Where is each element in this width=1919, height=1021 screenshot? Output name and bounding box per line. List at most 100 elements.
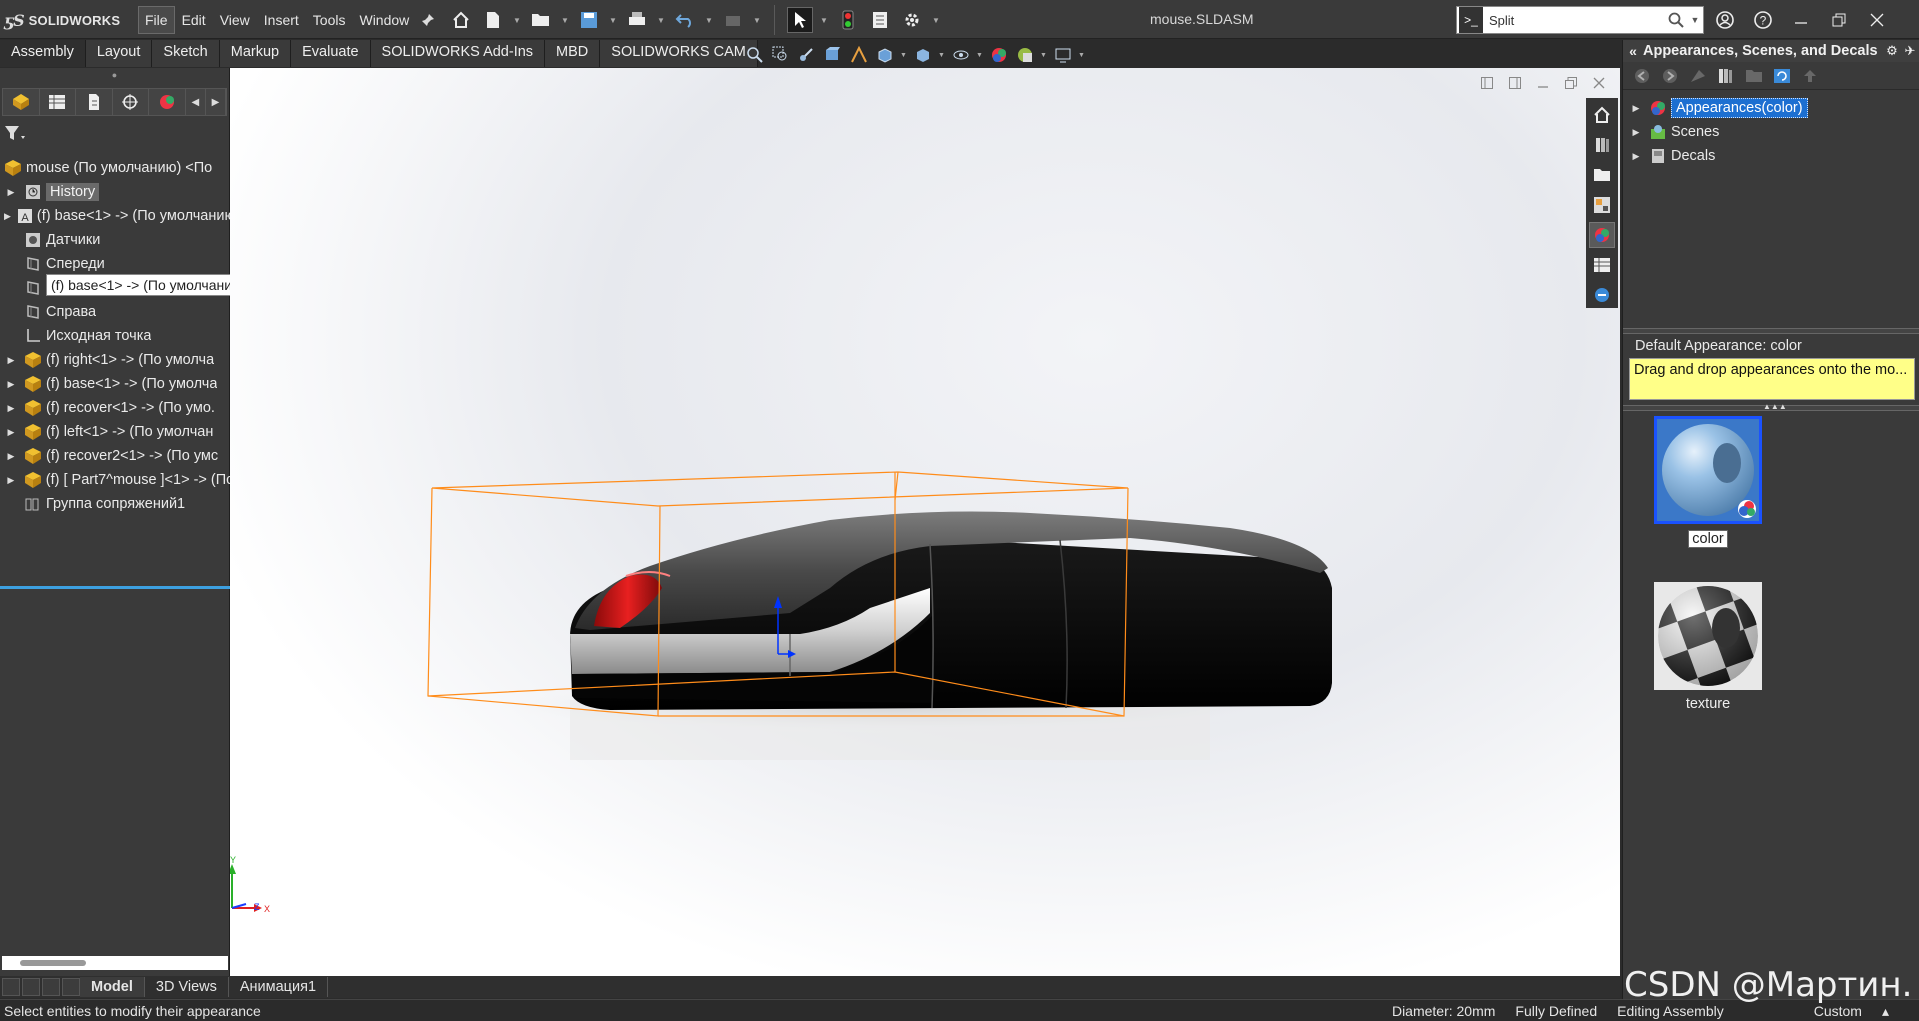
display-style-dropdown-icon[interactable]: ▼ (938, 52, 946, 59)
units-arrow-icon[interactable]: ▴ (1872, 1003, 1899, 1020)
back-icon[interactable] (1631, 66, 1653, 86)
open-folder-icon[interactable] (528, 7, 554, 33)
search-input[interactable] (1489, 12, 1649, 28)
tab-sketch[interactable]: Sketch (152, 40, 220, 67)
tree-item[interactable]: ▶ (f) left<1> -> (По умолчан (0, 420, 230, 444)
library-books-icon[interactable] (1715, 66, 1737, 86)
view-settings-icon[interactable] (1052, 45, 1074, 65)
user-account-icon[interactable] (1712, 7, 1738, 33)
solidworks-logo[interactable]: ƽS SOLIDWORKS (4, 9, 120, 31)
appearance-swatch-texture[interactable]: texture (1651, 582, 1765, 712)
home-icon[interactable] (448, 7, 474, 33)
new-folder-icon[interactable] (1743, 66, 1765, 86)
panel-handle[interactable]: ● (0, 68, 229, 82)
expand-arrow-icon[interactable]: ▶ (4, 187, 18, 198)
custom-properties-icon[interactable] (1589, 252, 1615, 278)
tree-item[interactable]: ▶ (f) base<1> -> (По умолча (0, 372, 230, 396)
pane-pin-icon[interactable]: ✈ (1901, 43, 1919, 59)
menu-insert[interactable]: Insert (257, 6, 306, 34)
solidworks-forum-icon[interactable] (1589, 282, 1615, 308)
design-library-icon[interactable] (1589, 132, 1615, 158)
tab-assembly[interactable]: Assembly (0, 40, 86, 67)
graphics-area[interactable]: Y X Z (230, 68, 1620, 976)
appearances-scenes-decals-icon[interactable] (1589, 222, 1615, 248)
dimxpert-tab-icon[interactable] (113, 89, 150, 115)
traffic-light-icon[interactable] (835, 7, 861, 33)
section-view-icon[interactable] (822, 45, 844, 65)
expand-arrow-icon[interactable]: ▶ (4, 355, 18, 366)
open-dropdown-icon[interactable]: ▼ (560, 7, 570, 33)
tab-layout[interactable]: Layout (85, 40, 153, 67)
tab-addins[interactable]: SOLIDWORKS Add-Ins (370, 40, 546, 67)
tree-item[interactable]: Исходная точка (0, 324, 230, 348)
viewport-collapse-right-icon[interactable] (1508, 76, 1522, 90)
file-properties-icon[interactable] (867, 7, 893, 33)
options-dropdown-icon[interactable]: ▼ (931, 7, 941, 33)
pane-options-gear-icon[interactable]: ⚙ (1883, 43, 1901, 59)
viewport-minimize-icon[interactable] (1536, 76, 1550, 90)
pin-menu-icon[interactable] (416, 6, 440, 34)
appearance-swatch-color[interactable]: color (1651, 416, 1765, 548)
display-style-icon[interactable] (912, 45, 934, 65)
swatch-thumbnail[interactable] (1654, 416, 1762, 524)
add-location-icon[interactable] (1687, 66, 1709, 86)
print-icon[interactable] (624, 7, 650, 33)
swatch-thumbnail[interactable] (1654, 582, 1762, 690)
search-box[interactable]: >_ ▼ (1456, 6, 1704, 34)
apply-scene-dropdown-icon[interactable]: ▼ (1040, 52, 1048, 59)
minimize-icon[interactable] (1788, 7, 1814, 33)
configuration-manager-tab-icon[interactable] (76, 89, 113, 115)
expand-arrow-icon[interactable]: ▶ (4, 211, 11, 222)
search-dropdown-icon[interactable]: ▼ (1687, 15, 1703, 25)
tab-3d-views[interactable]: 3D Views (145, 977, 229, 997)
solidworks-resources-icon[interactable] (1589, 102, 1615, 128)
tab-markup[interactable]: Markup (219, 40, 292, 67)
view-orientation-icon[interactable] (874, 45, 896, 65)
tree-filter[interactable] (4, 120, 225, 146)
tree-item[interactable]: Справа (0, 300, 230, 324)
refresh-icon[interactable] (1771, 66, 1793, 86)
tab-mbd[interactable]: MBD (545, 40, 601, 67)
pane-splitter-lower[interactable]: ▲▲▲ (1623, 402, 1919, 411)
menu-window[interactable]: Window (352, 6, 416, 34)
display-manager-tab-icon[interactable] (149, 89, 186, 115)
select-cursor-icon[interactable] (787, 7, 813, 33)
options-gear-icon[interactable] (899, 7, 925, 33)
dynamic-annotation-icon[interactable] (848, 45, 870, 65)
restore-icon[interactable] (1826, 7, 1852, 33)
help-icon[interactable]: ? (1750, 7, 1776, 33)
expand-arrow-icon[interactable]: ▶ (4, 451, 18, 462)
tree-item-scenes[interactable]: ▶ Scenes (1623, 120, 1919, 144)
tabs-first-icon[interactable] (2, 978, 20, 996)
expand-arrow-icon[interactable]: ▶ (1629, 127, 1643, 138)
previous-view-icon[interactable] (796, 45, 818, 65)
viewport-restore-icon[interactable] (1564, 76, 1578, 90)
hide-show-items-icon[interactable] (950, 45, 972, 65)
undo-icon[interactable] (672, 7, 698, 33)
search-icon[interactable] (1665, 12, 1687, 28)
tabs-next-icon[interactable] (42, 978, 60, 996)
expand-arrow-icon[interactable]: ▶ (1629, 151, 1643, 162)
tree-item[interactable]: ▶ (f) recover<1> -> (По умо. (0, 396, 230, 420)
forward-icon[interactable] (1659, 66, 1681, 86)
menu-edit[interactable]: Edit (175, 6, 213, 34)
rollback-bar[interactable] (0, 586, 230, 589)
tabs-prev-icon[interactable] (22, 978, 40, 996)
edit-appearance-icon[interactable] (988, 45, 1010, 65)
tree-item[interactable]: ▶ (f) [ Part7^mouse ]<1> -> (Пс (0, 468, 230, 492)
close-icon[interactable] (1864, 7, 1890, 33)
tree-item[interactable]: Датчики (0, 228, 230, 252)
save-icon[interactable] (576, 7, 602, 33)
unit-system-selector[interactable]: Custom (1804, 1003, 1872, 1019)
tree-item[interactable]: ▶ A (f) base<1> -> (По умолчанию) <<По умо… (0, 204, 230, 228)
viewport-close-icon[interactable] (1592, 76, 1606, 90)
menu-file[interactable]: File (138, 6, 175, 34)
undo-dropdown-icon[interactable]: ▼ (704, 7, 714, 33)
model-view[interactable]: Y X Z (230, 68, 1620, 976)
tabs-scroll-right-icon[interactable]: ▶ (206, 89, 227, 115)
tree-item[interactable]: Группа сопряжений1 (0, 492, 230, 516)
tree-item[interactable]: Спереди (0, 252, 230, 276)
save-dropdown-icon[interactable]: ▼ (608, 7, 618, 33)
select-dropdown-icon[interactable]: ▼ (819, 7, 829, 33)
tab-model[interactable]: Model (80, 977, 145, 997)
